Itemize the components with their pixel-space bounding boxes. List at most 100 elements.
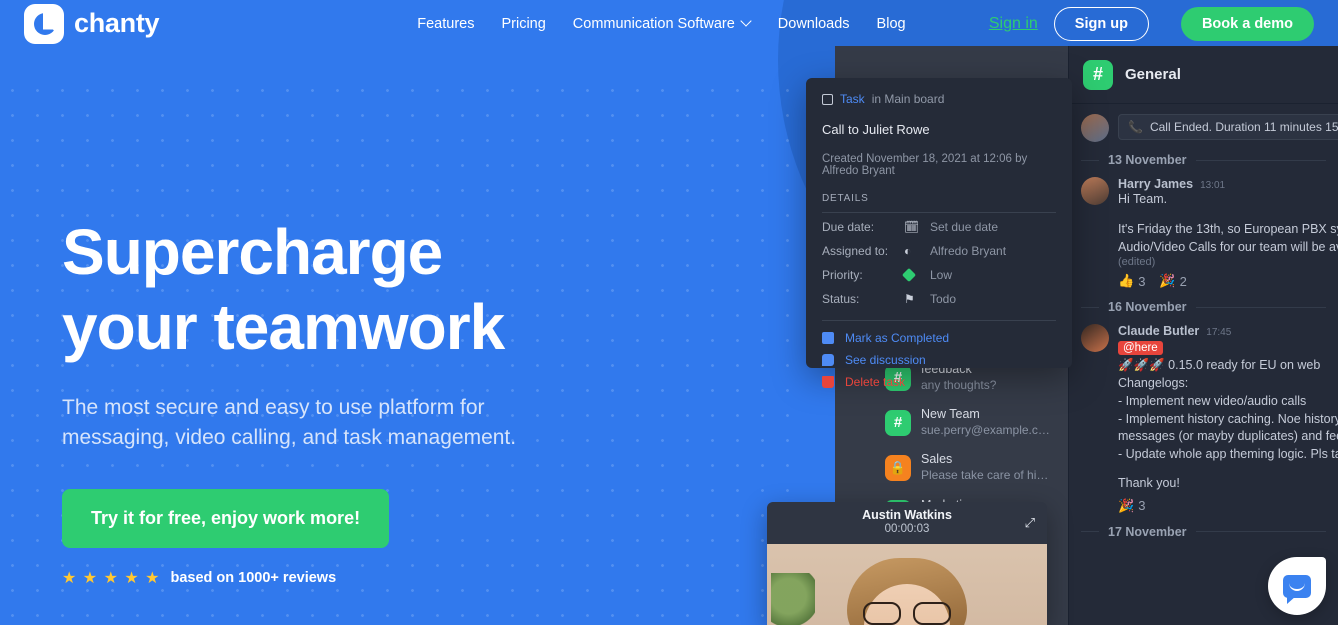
- nav-item-communication-software[interactable]: Communication Software: [573, 16, 751, 32]
- field-label: Priority:: [822, 268, 863, 282]
- message-line: - Implement history caching. Noe history…: [1118, 411, 1338, 426]
- see-discussion-action[interactable]: See discussion: [822, 349, 1056, 371]
- message-reactions: 👍 3 🎉 2: [1118, 273, 1326, 289]
- divider-line: [1081, 531, 1099, 532]
- avatar: [1081, 114, 1109, 142]
- message-line: Changelogs:: [1118, 376, 1189, 390]
- call-ended-text: Call Ended. Duration 11 minutes 15 secon…: [1149, 120, 1338, 134]
- hero-subtitle-line-2: messaging, video calling, and task manag…: [62, 425, 517, 449]
- hero-title-line-1: Supercharge: [62, 216, 443, 288]
- avatar: [1081, 324, 1109, 353]
- hero-subtitle-line-1: The most secure and easy to use platform…: [62, 395, 485, 419]
- reaction-count: 2: [1179, 273, 1187, 289]
- book-a-demo-button[interactable]: Book a demo: [1180, 6, 1314, 41]
- message-time: 13:01: [1200, 180, 1226, 191]
- flag-icon: ⚑: [904, 292, 915, 306]
- message-line: Audio/Video Calls for our team will be a…: [1118, 239, 1338, 254]
- checkbox-icon[interactable]: [822, 93, 833, 105]
- plant-decoration: [771, 573, 815, 625]
- participant-name: Austin Watkins: [862, 508, 952, 522]
- avatar: [1081, 177, 1109, 205]
- lock-icon: 🔒: [885, 455, 911, 482]
- nav-item-features[interactable]: Features: [417, 16, 474, 32]
- task-board-label: in Main board: [871, 92, 945, 106]
- chat-message-list[interactable]: 📞 Call Ended. Duration 11 minutes 15 sec…: [1069, 104, 1338, 625]
- rating-label: based on 1000+ reviews: [170, 570, 337, 587]
- task-type-link[interactable]: Task: [840, 92, 865, 106]
- comment-icon: [822, 354, 834, 366]
- date-label: 16 November: [1108, 300, 1187, 315]
- video-feed[interactable]: [767, 544, 1047, 625]
- channel-list-item[interactable]: # New Team sue.perry@example.com reg…: [885, 400, 1070, 445]
- task-field-row[interactable]: Priority: Low: [822, 263, 1056, 287]
- brand-name: chanty: [74, 8, 160, 38]
- channel-preview: sue.perry@example.com reg…: [921, 422, 1053, 437]
- glasses-icon: [863, 602, 951, 625]
- hero-title-line-2: your teamwork: [62, 290, 505, 363]
- divider-line: [1195, 531, 1326, 532]
- rating-block: ★ ★ ★ ★ ★ based on 1000+ reviews: [62, 568, 722, 588]
- message-line: 🚀🚀🚀 0.15.0 ready for EU on web: [1118, 358, 1321, 373]
- call-timer: 00:00:03: [884, 523, 930, 535]
- chat-message: 📞 Call Ended. Duration 11 minutes 15 sec…: [1069, 110, 1338, 144]
- reaction-chip[interactable]: 🎉 2: [1159, 273, 1186, 289]
- field-value: Alfredo Bryant: [930, 244, 1007, 258]
- field-value: Low: [930, 268, 953, 282]
- nav-item-blog[interactable]: Blog: [877, 16, 906, 32]
- date-label: 13 November: [1108, 153, 1187, 167]
- message-author: Harry James: [1118, 177, 1194, 191]
- task-title: Call to Juliet Rowe: [822, 122, 930, 137]
- chat-bubble-smile-icon: [1283, 574, 1311, 604]
- hero-section: Supercharge your teamwork The most secur…: [62, 215, 722, 588]
- divider: [822, 212, 1056, 213]
- field-label: Due date:: [822, 220, 875, 234]
- divider-line: [1081, 306, 1099, 308]
- nav-item-downloads[interactable]: Downloads: [778, 16, 850, 32]
- mention-badge: @here: [1118, 341, 1163, 356]
- channel-list-item[interactable]: 🔒 Sales Please take care of him https:/…: [885, 445, 1070, 490]
- nav-item-pricing[interactable]: Pricing: [501, 16, 545, 32]
- divider: [822, 320, 1056, 321]
- chat-support-widget-button[interactable]: [1268, 557, 1326, 615]
- message-line: Hi Team.: [1118, 192, 1168, 206]
- sign-in-link[interactable]: Sign in: [989, 15, 1038, 33]
- chat-panel: # General 📞 Call Ended. Duration 11 minu…: [1068, 46, 1338, 625]
- message-time: 17:45: [1206, 327, 1232, 339]
- try-it-for-free-button[interactable]: Try it for free, enjoy work more!: [62, 489, 390, 549]
- message-edited-flag: (edited): [1118, 256, 1156, 269]
- nav-item-communication-software-label: Communication Software: [572, 15, 735, 32]
- trash-icon: [822, 376, 834, 388]
- chat-message: Claude Butler 17:45 @here 🚀🚀🚀 0.15.0 rea…: [1069, 320, 1338, 515]
- star-rating-icon: ★ ★ ★ ★ ★: [62, 570, 161, 588]
- task-created-info: Created November 18, 2021 at 12:06 by Al…: [822, 153, 1028, 177]
- divider-line: [1195, 306, 1326, 308]
- divider-line: [1081, 159, 1099, 161]
- channel-name: Sales: [921, 452, 953, 467]
- reaction-chip[interactable]: 🎉 3: [1118, 498, 1145, 514]
- task-field-row[interactable]: Assigned to: ◐ Alfredo Bryant: [822, 239, 1056, 263]
- phone-hangup-icon: 📞: [1128, 120, 1143, 134]
- brand-logo[interactable]: chanty: [24, 3, 160, 44]
- chat-message: Harry James 13:01 Hi Team. It's Friday t…: [1069, 173, 1338, 291]
- sign-up-button[interactable]: Sign up: [1053, 6, 1149, 41]
- field-label: Status:: [822, 292, 860, 306]
- chevron-down-icon: [742, 17, 751, 26]
- mark-as-completed-action[interactable]: Mark as Completed: [822, 327, 1056, 349]
- message-reactions: 🎉 3: [1118, 498, 1326, 514]
- chat-channel-name: General: [1125, 66, 1181, 83]
- hash-icon: #: [1083, 59, 1113, 90]
- reaction-count: 3: [1138, 498, 1146, 513]
- expand-icon[interactable]: ⤢: [1025, 515, 1035, 531]
- delete-task-action[interactable]: Delete task: [822, 371, 1056, 393]
- smile-icon: [1289, 582, 1305, 591]
- task-field-row[interactable]: Status: ⚑ Todo: [822, 287, 1056, 311]
- chat-header: # General: [1069, 46, 1338, 104]
- avatar-icon: ◐: [904, 244, 912, 258]
- task-field-row[interactable]: Due date: 🗓 Set due date: [822, 215, 1056, 239]
- chanty-c-bubble-logo-icon: [24, 3, 64, 44]
- party-popper-icon: 🎉: [1159, 273, 1176, 289]
- field-value: Todo: [930, 292, 957, 306]
- date-divider: 16 November: [1069, 291, 1338, 320]
- date-label: 17 November: [1108, 524, 1187, 539]
- reaction-chip[interactable]: 👍 3: [1118, 273, 1145, 289]
